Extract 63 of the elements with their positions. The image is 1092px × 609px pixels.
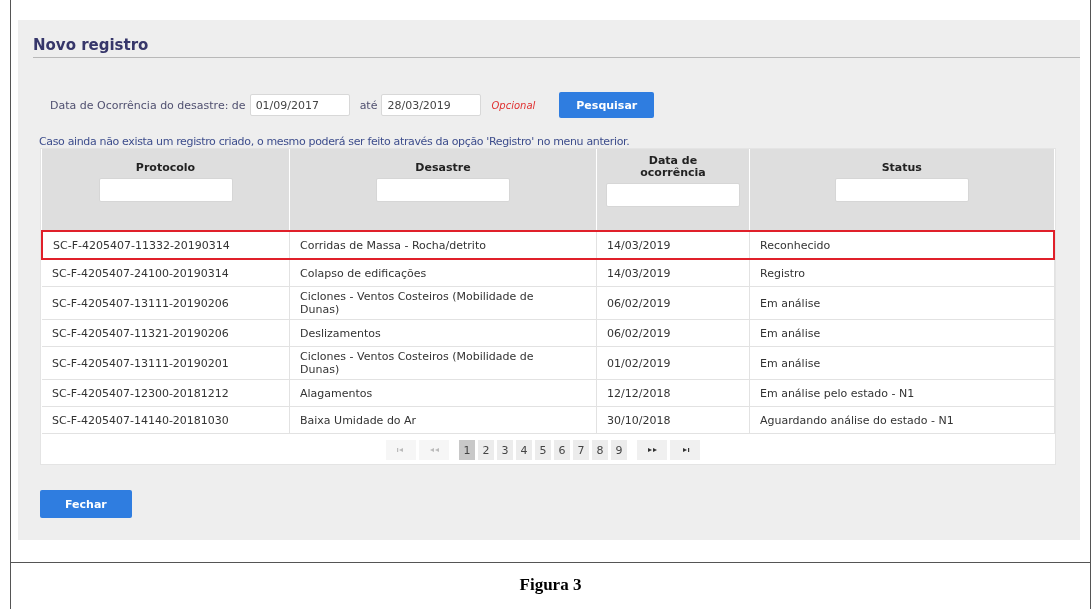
table-row[interactable]: SC-F-4205407-13111-20190206 Ciclones - Ventos Costeiros (Mobilidade de Dunas) 06/02/2019 Em análise [42,286,1054,320]
table-row[interactable]: SC-F-4205407-13111-20190201 Ciclones - Ventos Costeiros (Mobilidade de Dunas) 01/02/2019 Em análise [42,346,1054,380]
column-header: Protocolo [134,162,197,174]
table-cell: 06/02/2019 [607,296,671,310]
column-filter-field[interactable] [376,178,510,202]
table-cell: Em análise [760,296,821,310]
table-cell: Colapso de edificações [300,266,427,280]
table-cell: SC-F-4205407-12300-20181212 [52,386,229,400]
table-cell: Aguardando análise do estado - N1 [760,413,954,427]
table-cell: 06/02/2019 [607,326,671,340]
search-button[interactable]: Pesquisar [559,92,655,118]
table-cell: SC-F-4205407-24100-20190314 [52,266,229,280]
table-cell: Em análise [760,356,821,370]
table-cell: SC-F-4205407-13111-20190206 [52,296,229,310]
table-cell: Alagamentos [300,386,373,400]
page-button[interactable]: 6 [554,440,570,460]
column-header: Status [880,162,923,174]
column-filter-field[interactable] [834,178,969,202]
table-cell: SC-F-4205407-13111-20190201 [52,356,229,370]
page-button[interactable]: 1 [459,440,475,460]
close-button[interactable]: Fechar [40,490,132,518]
table-row[interactable]: SC-F-4205407-14140-20181030 Baixa Umidade do Ar 30/10/2018 Aguardando análise do estado - N1 [42,406,1054,434]
table-cell: Ciclones - Ventos Costeiros (Mobilidade de Dunas) [300,290,534,316]
column-filter-field[interactable] [606,183,740,207]
table-cell: Ciclones - Ventos Costeiros (Mobilidade de Dunas) [300,350,534,376]
page-button[interactable]: 7 [573,440,589,460]
table-cell: Registro [760,266,805,280]
table-cell: 01/02/2019 [607,356,671,370]
table-row[interactable]: SC-F-4205407-11332-20190314 Corridas de Massa - Rocha/detrito 14/03/2019 Reconhecido [42,231,1054,259]
table-cell: Baixa Umidade do Ar [300,413,417,427]
table-cell: Em análise pelo estado - N1 [760,386,915,400]
page-button[interactable]: 3 [497,440,513,460]
table-cell: Reconhecido [760,238,831,252]
table-cell: Deslizamentos [300,326,381,340]
page-button[interactable]: 8 [592,440,608,460]
table-cell: Corridas de Massa - Rocha/detrito [300,238,486,252]
date-range-label: Data de Ocorrência do desastre: de [50,98,246,112]
page-button[interactable]: 2 [478,440,494,460]
pager-nav-button[interactable] [637,440,667,460]
table-cell: 30/10/2018 [607,413,671,427]
table-cell: Em análise [760,326,821,340]
table-cell: SC-F-4205407-11321-20190206 [52,326,229,340]
column-header: Desastre [414,162,472,174]
end-date-field[interactable]: 28/03/2019 [381,94,482,116]
figure-caption: Figura 3 [519,575,582,595]
table-cell: 14/03/2019 [607,238,671,252]
info-text: Caso ainda não exista um registro criado, o mesmo poderá ser feito através da opção 'Registro' no menu anterior. [39,135,630,148]
table-cell: SC-F-4205407-14140-20181030 [52,413,229,427]
start-date-field[interactable]: 01/09/2017 [249,94,350,116]
table-row[interactable]: SC-F-4205407-24100-20190314 Colapso de edificações 14/03/2019 Registro [42,259,1054,287]
until-label: até [359,98,378,112]
panel-title: Novo registro [33,36,1080,58]
table-row[interactable]: SC-F-4205407-11321-20190206 Deslizamentos 06/02/2019 Em análise [42,319,1054,347]
table-cell: 12/12/2018 [607,386,671,400]
page-button[interactable]: 4 [516,440,532,460]
table-cell: 14/03/2019 [607,266,671,280]
table-cell: SC-F-4205407-11332-20190314 [53,238,230,252]
column-filter-field[interactable] [98,178,233,202]
table-row[interactable]: SC-F-4205407-12300-20181212 Alagamentos 12/12/2018 Em análise pelo estado - N1 [42,379,1054,407]
optional-hint: Opcional [491,99,536,111]
page-button[interactable]: 9 [611,440,627,460]
page-button[interactable]: 5 [535,440,551,460]
column-header: Data de ocorrência [639,155,707,179]
